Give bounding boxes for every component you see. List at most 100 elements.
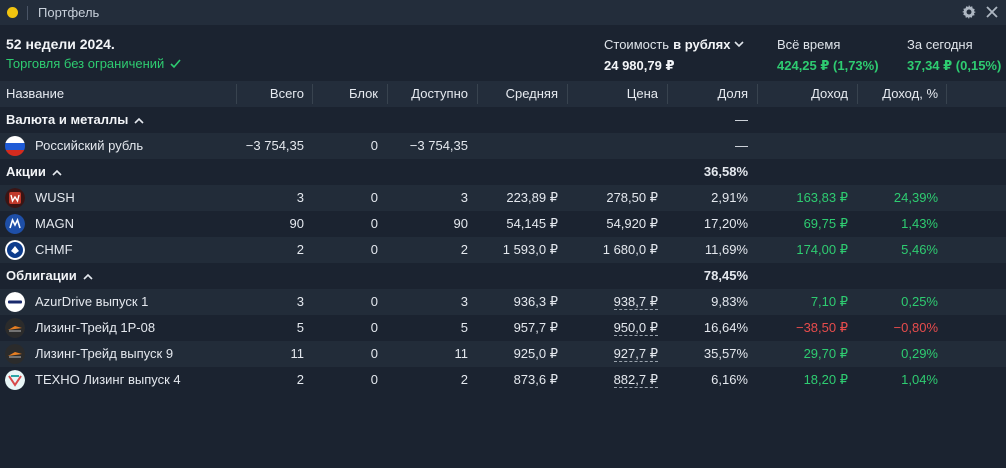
cell-total: 11 [290,346,305,361]
cell-avg: 936,3 ₽ [513,294,558,309]
chmf-logo-icon [5,240,25,260]
today-value: 37,34 ₽ (0,15%) [907,58,1002,73]
cell-income: 69,75 ₽ [803,216,848,231]
cell-total: −3 754,35 [245,138,304,153]
cost-currency-selector[interactable]: Стоимость в рублях [604,37,745,52]
cell-share: 9,83% [711,294,748,309]
group-row-bonds[interactable]: Облигации 78,45% [0,263,1006,289]
check-icon [170,58,181,68]
group-share: 78,45% [703,268,748,283]
table-row[interactable]: WUSH 3 0 3 223,89 ₽ 278,50 ₽ 2,91% 163,8… [0,185,1006,211]
cell-avg: 873,6 ₽ [513,372,558,387]
cell-price[interactable]: 950,0 ₽ [567,315,658,341]
cost-value: 24 980,79 ₽ [604,58,675,73]
cell-available: 90 [453,216,468,231]
cell-available: 3 [460,294,468,309]
techno-leasing-logo-icon [5,370,25,390]
magn-logo-icon [5,214,25,234]
close-icon[interactable] [984,4,1000,20]
column-header-avg[interactable]: Средняя [477,81,558,107]
cell-income: 174,00 ₽ [796,242,848,257]
cell-total: 3 [296,294,304,309]
window-titlebar: Портфель [0,0,1006,25]
instrument-name: Лизинг-Трейд выпуск 9 [35,346,174,361]
price-link[interactable]: 927,7 ₽ [613,346,658,362]
cell-income: 18,20 ₽ [803,372,848,387]
cell-income-pct: 5,46% [901,242,938,257]
column-header-available[interactable]: Доступно [387,81,468,107]
cell-share: 35,57% [703,346,748,361]
report-period: 52 недели 2024. [6,36,115,52]
column-header-share[interactable]: Доля [667,81,748,107]
instrument-name: Лизинг-Трейд 1Р-08 [35,320,156,335]
titlebar-divider [27,5,28,20]
table-row[interactable]: Лизинг-Трейд 1Р-08 5 0 5 957,7 ₽ 950,0 ₽… [0,315,1006,341]
table-row[interactable]: ТЕХНО Лизинг выпуск 4 2 0 2 873,6 ₽ 882,… [0,367,1006,393]
instrument-name: WUSH [35,190,75,205]
leasing-trade-logo-icon [5,318,25,338]
group-row-stocks[interactable]: Акции 36,58% [0,159,1006,185]
wush-logo-icon [5,188,25,208]
cell-price[interactable]: 882,7 ₽ [567,367,658,393]
chevron-up-icon[interactable] [83,273,93,280]
column-divider[interactable] [946,84,947,104]
cell-block: 0 [370,242,378,257]
column-header-block[interactable]: Блок [312,81,378,107]
chevron-up-icon[interactable] [134,117,144,124]
cell-share: 6,16% [711,372,748,387]
cell-total: 2 [296,372,304,387]
cell-total: 90 [289,216,304,231]
cell-available: 2 [460,242,468,257]
all-time-value: 424,25 ₽ (1,73%) [777,58,879,73]
today-income: За сегодня 37,34 ₽ (0,15%) [907,37,1001,74]
cell-block: 0 [370,346,378,361]
cell-share: 17,20% [703,216,748,231]
cell-income: 7,10 ₽ [810,294,848,309]
column-header-price[interactable]: Цена [567,81,658,107]
cell-avg: 925,0 ₽ [513,346,558,361]
all-time-label: Всё время [777,37,841,52]
column-header-total[interactable]: Всего [236,81,304,107]
cell-total: 5 [296,320,304,335]
cell-available: 11 [454,346,469,361]
cell-block: 0 [370,216,378,231]
cell-block: 0 [370,190,378,205]
price-link[interactable]: 950,0 ₽ [613,320,658,336]
group-label: Валюта и металлы [6,112,129,127]
cell-avg: 957,7 ₽ [513,320,558,335]
instrument-name: Российский рубль [35,138,144,153]
column-header-income[interactable]: Доход [757,81,848,107]
table-row[interactable]: Российский рубль −3 754,35 0 −3 754,35 — [0,133,1006,159]
table-row[interactable]: CHMF 2 0 2 1 593,0 ₽ 1 680,0 ₽ 11,69% 17… [0,237,1006,263]
column-header-income-pct[interactable]: Доход, % [857,81,938,107]
cell-income-pct: −0,80% [893,320,938,335]
cell-total: 3 [296,190,304,205]
table-row[interactable]: AzurDrive выпуск 1 3 0 3 936,3 ₽ 938,7 ₽… [0,289,1006,315]
trade-status: Торговля без ограничений [6,56,181,71]
settings-gear-icon[interactable] [961,4,977,20]
trade-status-label: Торговля без ограничений [6,56,165,71]
cell-block: 0 [370,372,378,387]
chevron-up-icon[interactable] [52,169,62,176]
cell-price[interactable]: 938,7 ₽ [567,289,658,315]
cell-available: 2 [460,372,468,387]
cell-price[interactable]: 927,7 ₽ [567,341,658,367]
cell-share: 11,69% [704,242,748,257]
portfolio-cost: Стоимость в рублях 24 980,79 ₽ [604,37,745,74]
table-row[interactable]: MAGN 90 0 90 54,145 ₽ 54,920 ₽ 17,20% 69… [0,211,1006,237]
cell-price: 278,50 ₽ [606,190,658,205]
price-link[interactable]: 938,7 ₽ [613,294,658,310]
table-row[interactable]: Лизинг-Трейд выпуск 9 11 0 11 925,0 ₽ 92… [0,341,1006,367]
cell-share: — [735,138,748,153]
group-row-currency[interactable]: Валюта и металлы — [0,107,1006,133]
cell-income-pct: 0,25% [901,294,938,309]
cell-avg: 54,145 ₽ [506,216,558,231]
instrument-name: AzurDrive выпуск 1 [35,294,149,309]
cost-label: Стоимость [604,37,670,52]
chevron-down-icon [734,41,745,48]
table-header: Название Всего Блок Доступно Средняя Цен… [0,81,1006,107]
column-header-name[interactable]: Название [6,81,64,107]
cell-block: 0 [370,294,378,309]
price-link[interactable]: 882,7 ₽ [613,372,658,388]
cell-block: 0 [370,138,378,153]
